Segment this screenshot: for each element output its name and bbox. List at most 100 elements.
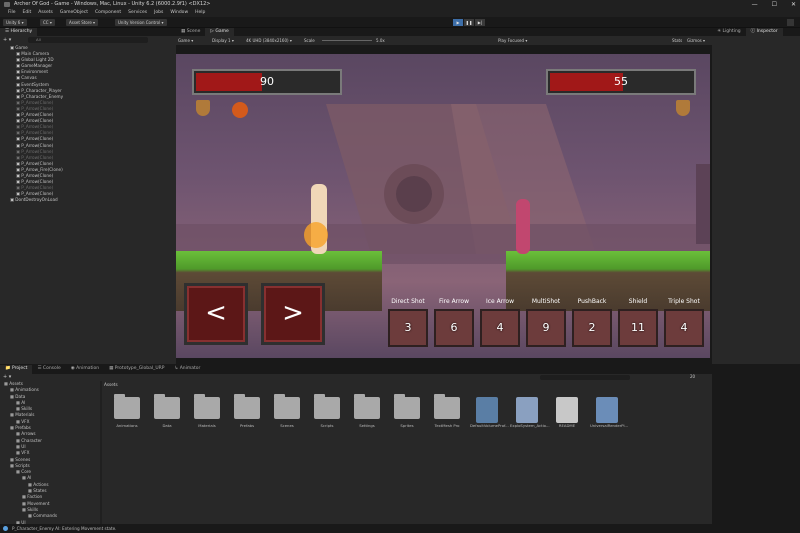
- asset-item[interactable]: Scenes: [270, 394, 304, 428]
- cloud-button[interactable]: CC ▾: [40, 19, 55, 26]
- asset-label: Data: [162, 423, 172, 428]
- menu-jobs[interactable]: Jobs: [154, 9, 163, 17]
- tab-animation[interactable]: ◉ Animation: [66, 365, 104, 374]
- project-tree-label: Actions: [33, 481, 49, 487]
- project-search-input[interactable]: [540, 375, 630, 380]
- menu-assets[interactable]: Assets: [38, 9, 53, 17]
- menu-edit[interactable]: Edit: [23, 9, 32, 17]
- game-view[interactable]: 90 55 < > Direct Shot 3 Fire Arrow 6 Ice…: [176, 54, 710, 358]
- hierarchy-row-label: P_Arrow(Clone): [21, 118, 54, 124]
- asset-item[interactable]: Animations: [110, 394, 144, 428]
- asset-item[interactable]: Scripts: [310, 394, 344, 428]
- search-toolbar-icon[interactable]: [787, 19, 794, 26]
- add-icon[interactable]: + ▾: [3, 37, 11, 43]
- console-tab-label: Console: [42, 366, 61, 371]
- asset-label: Materials: [198, 423, 216, 428]
- step-icon[interactable]: ▶|: [475, 19, 485, 26]
- tab-console[interactable]: ☰ Console: [32, 365, 65, 374]
- menu-help[interactable]: Help: [195, 9, 205, 17]
- map-icon: [516, 397, 538, 423]
- project-add-icon[interactable]: + ▾: [3, 374, 11, 380]
- play-icon[interactable]: ▶: [453, 19, 463, 26]
- menu-component[interactable]: Component: [95, 9, 121, 17]
- tab-project[interactable]: 📁 Project: [0, 365, 33, 374]
- game-mode-dropdown[interactable]: Game ▾: [178, 36, 193, 45]
- enemy-health-fill: [550, 73, 623, 91]
- move-left-button[interactable]: <: [184, 283, 248, 345]
- hierarchy-row-label: P_Arrow(Clone): [21, 179, 54, 185]
- animation-tab-label: Animation: [76, 366, 100, 371]
- skill-multishot-button[interactable]: 9: [526, 309, 566, 347]
- asset-item[interactable]: DefaultVolumeProf...: [470, 397, 509, 428]
- asset-item[interactable]: Prefabs: [230, 394, 264, 428]
- hierarchy-search-input[interactable]: All: [28, 37, 148, 43]
- skill-direct-shot-count: 3: [404, 321, 412, 334]
- cloud-label: CC: [43, 20, 49, 25]
- close-icon[interactable]: ✕: [791, 1, 796, 8]
- play-focused-dropdown[interactable]: Play Focused ▾: [498, 36, 527, 45]
- move-right-button[interactable]: >: [261, 283, 325, 345]
- pause-icon[interactable]: ❚❚: [464, 19, 474, 26]
- hierarchy-row-label: P_Arrow(Clone): [21, 148, 54, 154]
- maximize-icon[interactable]: ☐: [772, 1, 777, 8]
- assets-breadcrumb: Assets: [104, 382, 118, 387]
- asset-item[interactable]: UniversalRenderPi...: [590, 397, 628, 428]
- tab-scene[interactable]: ▦ Scene: [176, 28, 205, 36]
- inspector-tab-label: Inspector: [756, 29, 778, 34]
- skill-triple-shot-button[interactable]: 4: [664, 309, 704, 347]
- game-mode-label: Game: [178, 38, 190, 43]
- menu-file[interactable]: File: [8, 9, 16, 17]
- asset-item[interactable]: README: [550, 397, 584, 428]
- tab-inspector[interactable]: ⓘ Inspector: [745, 28, 783, 36]
- enemy-character: [516, 199, 530, 254]
- skill-direct-shot-button[interactable]: 3: [388, 309, 428, 347]
- asset-store-label: Asset Store: [69, 20, 92, 25]
- asset-item[interactable]: ExploSystem_Actio...: [510, 397, 550, 428]
- hierarchy-row-label: P_Arrow(Clone): [21, 130, 54, 136]
- skill-ice-arrow-button[interactable]: 4: [480, 309, 520, 347]
- folder-icon: [114, 394, 140, 419]
- player-shield-icon: [196, 100, 210, 116]
- menu-window[interactable]: Window: [170, 9, 188, 17]
- tab-hierarchy[interactable]: ☰ Hierarchy: [0, 28, 38, 36]
- version-control-button[interactable]: Unity Version Control ▾: [115, 19, 167, 26]
- folder-icon: [394, 394, 420, 419]
- asset-item[interactable]: TextMesh Pro: [430, 394, 464, 428]
- asset-item[interactable]: Sprites: [390, 394, 424, 428]
- gizmos-button[interactable]: Gizmos ▾: [687, 36, 705, 45]
- project-tree-label: Materials: [15, 412, 35, 418]
- hierarchy-row[interactable]: ▣ DontDestroyOnLoad: [0, 197, 176, 203]
- menu-services[interactable]: Services: [128, 9, 147, 17]
- project-splitter[interactable]: [100, 381, 102, 524]
- project-tree-label: Commands: [33, 513, 58, 519]
- display-dropdown[interactable]: Display 1 ▾: [212, 36, 234, 45]
- account-button[interactable]: Unity 6 ▾: [3, 19, 27, 26]
- minimize-icon[interactable]: —: [752, 1, 758, 8]
- resolution-dropdown[interactable]: 4K UHD (3840x2160) ▾: [246, 36, 292, 45]
- project-tree-label: VFX: [21, 450, 30, 456]
- menu-gameobject[interactable]: GameObject: [60, 9, 88, 17]
- tab-prototype-global-urp[interactable]: ▦ Prototype_Global_URP: [104, 365, 169, 374]
- bottom-tabbar: 📁 Project ☰ Console ◉ Animation ▦ Protot…: [0, 365, 800, 374]
- scale-slider[interactable]: [322, 40, 372, 41]
- folder-icon: [274, 394, 300, 419]
- skill-pushback-count: 2: [588, 321, 596, 334]
- tab-lighting[interactable]: ☀ Lighting: [712, 28, 746, 36]
- gear-icon: [596, 397, 618, 423]
- asset-label: Sprites: [400, 423, 414, 428]
- asset-store-button[interactable]: Asset Store ▾: [66, 19, 99, 26]
- asset-item[interactable]: Settings: [350, 394, 384, 428]
- resolution-label: 4K UHD (3840x2160): [246, 38, 289, 43]
- skill-pushback-button[interactable]: 2: [572, 309, 612, 347]
- tab-animator[interactable]: ↳ Animator: [170, 365, 206, 374]
- hierarchy-row-label: P_Arrow(Clone): [21, 124, 54, 130]
- hierarchy-row-label: P_Arrow(Clone): [21, 105, 54, 111]
- skill-fire-arrow-button[interactable]: 6: [434, 309, 474, 347]
- tab-game[interactable]: ▷ Game: [205, 28, 234, 36]
- skill-shield-button[interactable]: 11: [618, 309, 658, 347]
- hierarchy-search-placeholder: All: [36, 37, 41, 42]
- asset-item[interactable]: Materials: [190, 394, 224, 428]
- stats-button[interactable]: Stats: [672, 36, 682, 45]
- asset-item[interactable]: Data: [150, 394, 184, 428]
- hierarchy-row-label: P_Character_Player: [21, 87, 62, 93]
